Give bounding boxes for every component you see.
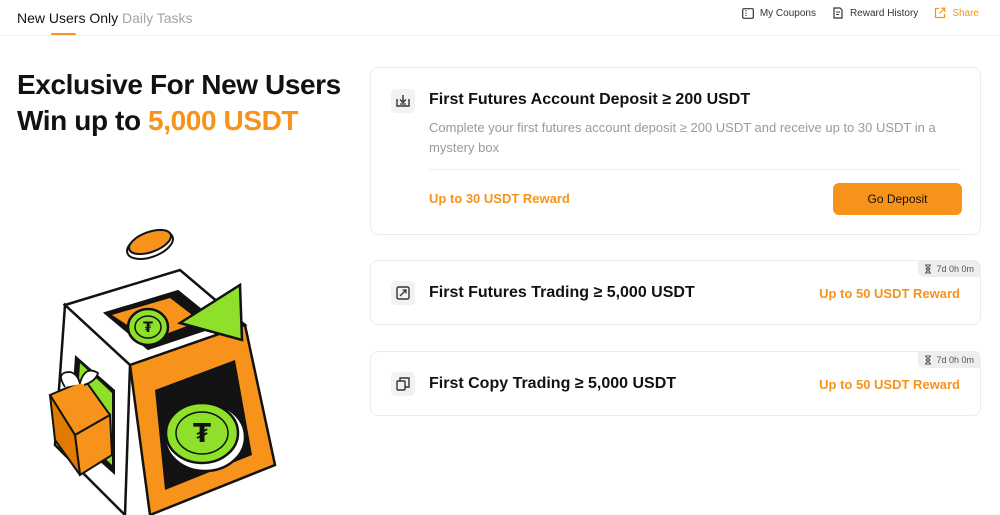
tab-new-users-only[interactable]: New Users Only [17, 10, 118, 26]
hero-line-2-prefix: Win up to [17, 105, 149, 136]
reward-box-illustration: ₮ ₮ [48, 228, 277, 515]
timer-badge: 7d 0h 0m [918, 260, 981, 277]
task-title: First Futures Account Deposit ≥ 200 USDT [429, 91, 751, 108]
task-reward: Up to 30 USDT Reward [429, 191, 570, 206]
hourglass-icon [925, 264, 932, 273]
svg-text:₮: ₮ [143, 320, 153, 336]
tab-daily-tasks[interactable]: Daily Tasks [122, 10, 193, 26]
share-icon [935, 7, 946, 19]
top-bar: New Users Only Daily Tasks My Coupons Re… [0, 0, 1000, 36]
timer-text: 7d 0h 0m [936, 354, 974, 365]
top-coin-icon: ₮ [126, 307, 170, 347]
hero-amount: 5,000 USDT [148, 105, 299, 136]
task-title: First Futures Trading ≥ 5,000 USDT [429, 284, 695, 301]
active-tab-indicator [51, 33, 76, 35]
task-card-futures-trading: 7d 0h 0m First Futures Trading ≥ 5,000 U… [370, 260, 981, 325]
task-card-futures-deposit: First Futures Account Deposit ≥ 200 USDT… [370, 67, 981, 235]
top-actions: My Coupons Reward History Share [726, 6, 979, 20]
task-reward: Up to 50 USDT Reward [819, 286, 960, 301]
svg-text:₮: ₮ [193, 419, 211, 449]
task-description: Complete your first futures account depo… [429, 120, 936, 155]
history-icon [833, 7, 843, 19]
hero-title: Exclusive For New Users Win up to 5,000 … [17, 67, 341, 139]
copy-trade-icon [391, 372, 415, 396]
card-divider [429, 169, 961, 170]
task-reward: Up to 50 USDT Reward [819, 377, 960, 392]
floating-coin-icon [126, 228, 174, 260]
hero-line-1: Exclusive For New Users [17, 69, 341, 100]
task-title: First Copy Trading ≥ 5,000 USDT [429, 375, 677, 392]
futures-trade-icon [391, 281, 415, 305]
task-card-copy-trading: 7d 0h 0m First Copy Trading ≥ 5,000 USDT… [370, 351, 981, 416]
deposit-icon [391, 89, 415, 113]
front-coin-icon: ₮ [163, 401, 247, 473]
go-deposit-button[interactable]: Go Deposit [833, 183, 962, 215]
hourglass-icon [925, 355, 932, 364]
share-link[interactable]: Share [934, 6, 979, 20]
timer-badge: 7d 0h 0m [918, 351, 981, 368]
share-label: Share [952, 7, 979, 19]
hero-line-2: Win up to 5,000 USDT [17, 103, 341, 139]
reward-history-link[interactable]: Reward History [832, 6, 918, 20]
my-coupons-link[interactable]: My Coupons [741, 6, 816, 20]
coupon-icon [741, 7, 754, 19]
reward-history-label: Reward History [849, 7, 919, 19]
my-coupons-label: My Coupons [759, 7, 816, 19]
timer-text: 7d 0h 0m [936, 263, 974, 274]
